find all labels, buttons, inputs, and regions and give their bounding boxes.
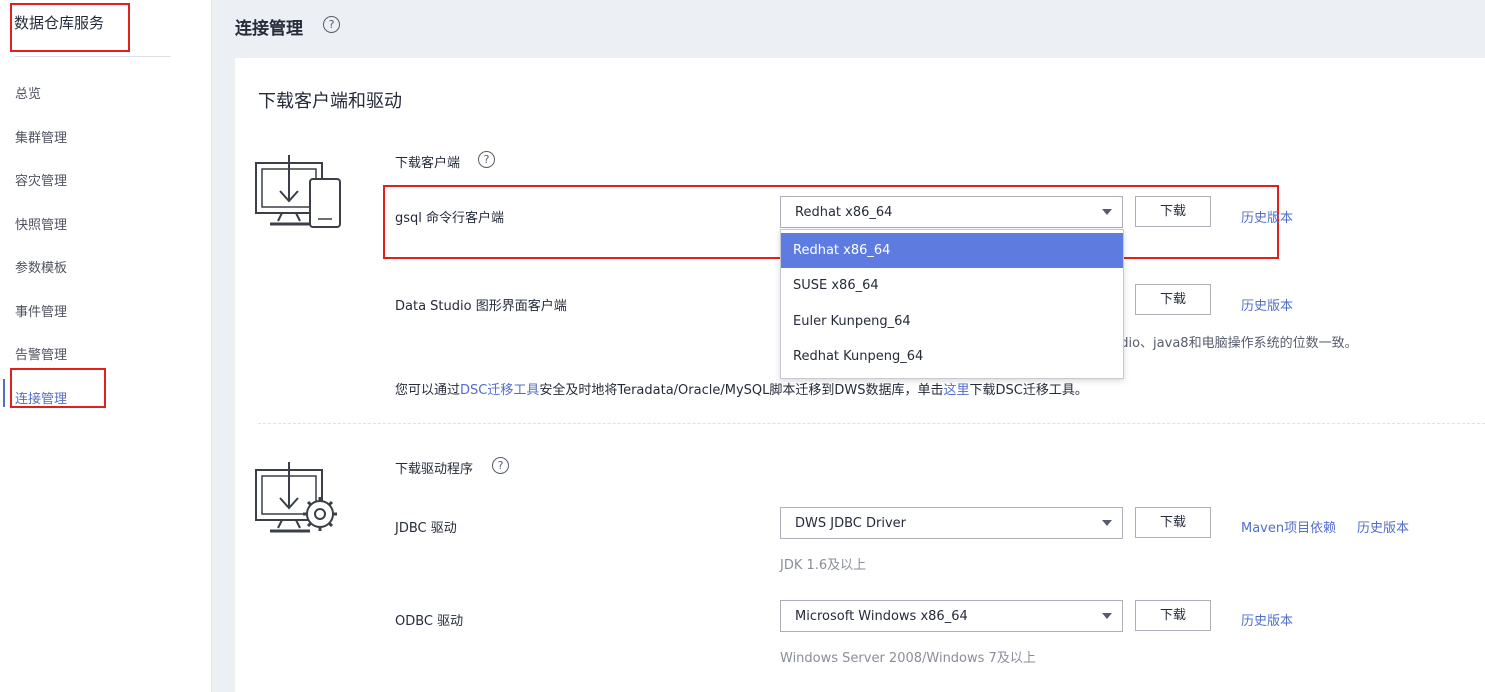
caret-down-icon [1102,520,1112,526]
dsc-info-text: 您可以通过DSC迁移工具安全及时地将Teradata/Oracle/MySQL脚… [395,379,1088,398]
jdbc-hint: JDK 1.6及以上 [780,558,867,573]
odbc-hint: Windows Server 2008/Windows 7及以上 [780,651,1036,666]
sidebar-item-param-template[interactable]: 参数模板 [15,257,67,276]
dropdown-option[interactable]: Redhat x86_64 [781,233,1123,268]
data-studio-history-link[interactable]: 历史版本 [1241,295,1293,314]
dsc-here-link[interactable]: 这里 [944,383,970,398]
caret-down-icon [1102,613,1112,619]
jdbc-history-link[interactable]: 历史版本 [1357,517,1409,536]
driver-download-icon [252,460,344,542]
gsql-os-dropdown: Redhat x86_64 SUSE x86_64 Euler Kunpeng_… [780,229,1124,379]
driver-help-icon[interactable]: ? [492,457,509,474]
sidebar-item-disaster-recovery[interactable]: 容灾管理 [15,170,67,189]
dropdown-option[interactable]: SUSE x86_64 [781,268,1123,303]
jdbc-driver-select[interactable]: DWS JDBC Driver [780,507,1123,539]
jdbc-maven-link[interactable]: Maven项目依赖 [1241,517,1336,536]
page-title: 连接管理 [235,19,303,39]
odbc-history-link[interactable]: 历史版本 [1241,610,1293,629]
odbc-driver-selected: Microsoft Windows x86_64 [795,609,968,624]
dropdown-option[interactable]: Euler Kunpeng_64 [781,304,1123,339]
gsql-download-button[interactable]: 下载 [1135,196,1211,227]
client-section-title: 下载客户端 [395,156,461,171]
sidebar-item-cluster[interactable]: 集群管理 [15,127,67,146]
sidebar-item-overview[interactable]: 总览 [15,83,41,102]
client-help-icon[interactable]: ? [478,151,495,168]
gsql-os-select[interactable]: Redhat x86_64 [780,196,1123,228]
gsql-label: gsql 命令行客户端 [395,211,505,226]
gsql-os-selected: Redhat x86_64 [795,205,893,220]
driver-section-title: 下载驱动程序 [395,462,474,477]
gsql-history-link[interactable]: 历史版本 [1241,207,1293,226]
data-studio-label: Data Studio 图形界面客户端 [395,299,567,314]
sidebar-item-events[interactable]: 事件管理 [15,301,67,320]
highlight-box-connections [10,368,106,408]
highlight-box-brand [10,3,130,52]
jdbc-download-button[interactable]: 下载 [1135,507,1211,538]
data-studio-download-button[interactable]: 下载 [1135,284,1211,315]
sidebar: 数据仓库服务 总览 集群管理 容灾管理 快照管理 参数模板 事件管理 告警管理 … [0,0,212,692]
info-text-mid: 安全及时地将Teradata/Oracle/MySQL脚本迁移到DWS数据库，单… [539,383,944,398]
odbc-driver-select[interactable]: Microsoft Windows x86_64 [780,600,1123,632]
odbc-download-button[interactable]: 下载 [1135,600,1211,631]
jdbc-label: JDBC 驱动 [395,521,457,536]
info-text-pre: 您可以通过 [395,383,461,398]
data-studio-hint: udio、java8和电脑操作系统的位数一致。 [1112,336,1358,351]
client-download-icon [252,153,344,235]
sidebar-divider [14,56,171,57]
sidebar-item-snapshot[interactable]: 快照管理 [15,214,67,233]
dropdown-option[interactable]: Redhat Kunpeng_64 [781,339,1123,374]
help-icon[interactable]: ? [323,16,340,33]
odbc-label: ODBC 驱动 [395,614,464,629]
info-text-post: 下载DSC迁移工具。 [969,383,1088,398]
jdbc-driver-selected: DWS JDBC Driver [795,516,906,531]
section-divider [258,423,1485,424]
sidebar-item-alarms[interactable]: 告警管理 [15,344,67,363]
dsc-tool-link[interactable]: DSC迁移工具 [460,383,539,398]
section-title: 下载客户端和驱动 [258,91,402,112]
active-indicator [3,379,5,407]
caret-down-icon [1102,209,1112,215]
